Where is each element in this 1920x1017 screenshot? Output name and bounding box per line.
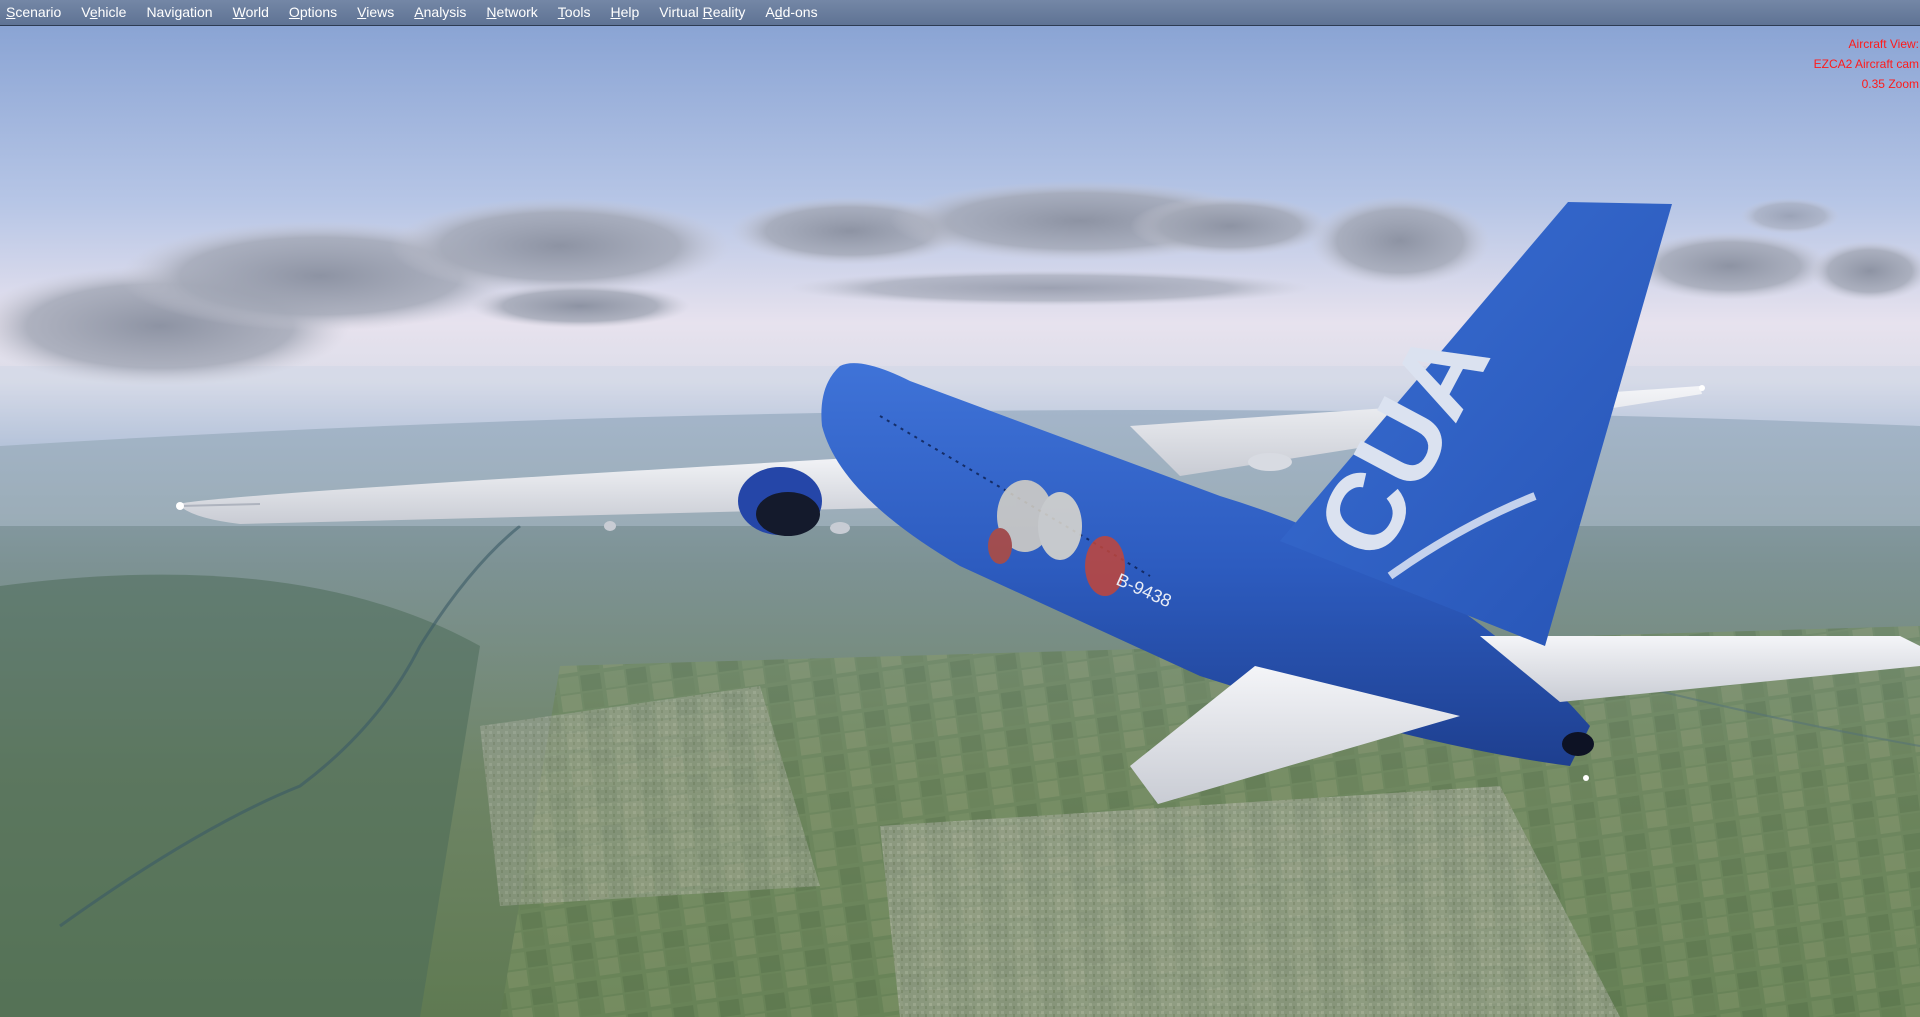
menu-bar: Scenario Vehicle Navigation World Option… [0,0,1920,26]
apu-exhaust [1562,732,1594,756]
menu-virtual-reality[interactable]: Virtual Reality [650,0,756,26]
flight-scene[interactable]: B-9438 CUA [0,26,1920,1017]
menu-tools[interactable]: Tools [549,0,602,26]
menu-scenario[interactable]: Scenario [0,0,72,26]
menu-options[interactable]: Options [280,0,348,26]
menu-help[interactable]: Help [601,0,650,26]
simulator-window: Scenario Vehicle Navigation World Option… [0,0,1920,1017]
scene-render: B-9438 CUA [0,26,1920,1017]
left-wingtip-light [176,502,184,510]
tail-light [1583,775,1589,781]
camera-name: EZCA2 Aircraft cam [1813,57,1919,71]
right-wingtip-light [1699,385,1705,391]
camera-overlay: Aircraft View: EZCA2 Aircraft cam 0.35 Z… [1814,34,1919,94]
camera-view-label: Aircraft View: [1848,37,1919,51]
menu-network[interactable]: Network [477,0,548,26]
menu-views[interactable]: Views [348,0,405,26]
menu-world[interactable]: World [224,0,280,26]
camera-zoom: 0.35 Zoom [1861,77,1919,91]
menu-add-ons[interactable]: Add-ons [756,0,828,26]
menu-analysis[interactable]: Analysis [405,0,477,26]
menu-navigation[interactable]: Navigation [137,0,223,26]
menu-vehicle[interactable]: Vehicle [72,0,137,26]
